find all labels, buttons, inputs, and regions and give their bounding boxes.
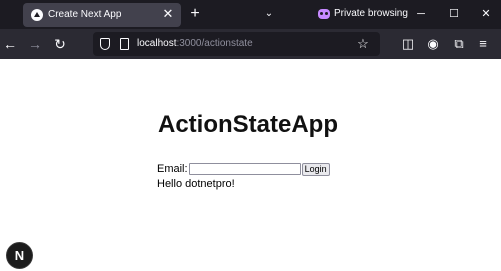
close-window-button[interactable]: ✕ — [476, 4, 496, 24]
email-label: Email: — [157, 163, 188, 175]
reload-icon[interactable]: ↻ — [50, 34, 70, 54]
tab-title: Create Next App — [48, 9, 122, 20]
tab-close-icon[interactable]: ✕ — [161, 7, 175, 21]
private-browsing-icon — [318, 9, 330, 19]
email-field[interactable] — [188, 163, 301, 175]
hamburger-menu-icon[interactable]: ≡ — [474, 35, 492, 53]
bookmark-star-icon[interactable]: ☆ — [355, 36, 371, 52]
url-text[interactable]: localhost:3000/actionstate — [137, 38, 253, 49]
maximize-button[interactable]: ☐ — [444, 4, 464, 24]
private-browsing-label: Private browsing — [334, 8, 408, 19]
page-content: ActionStateApp Email: Login Hello dotnet… — [0, 59, 501, 271]
url-host: localhost — [137, 38, 177, 49]
tab-create-next-app[interactable]: Create Next App ✕ — [23, 3, 181, 27]
tracking-protection-shield-icon[interactable] — [100, 38, 110, 50]
url-bar[interactable]: localhost:3000/actionstate ☆ — [93, 32, 380, 56]
page-title: ActionStateApp — [158, 111, 338, 138]
account-icon[interactable]: ◉ — [424, 35, 442, 53]
tab-list-chevron-icon[interactable]: ⌄ — [262, 6, 276, 22]
login-form: Email: Login — [157, 162, 330, 176]
nextjs-favicon-icon — [31, 9, 43, 21]
back-arrow-icon[interactable]: ← — [0, 34, 20, 54]
url-path: :3000/actionstate — [176, 38, 253, 49]
navigation-toolbar: ← → ↻ localhost:3000/actionstate ☆ ◫ ◉ ⧉… — [0, 29, 501, 59]
tab-bar: Create Next App ✕ + ⌄ Private browsing ─… — [0, 0, 501, 29]
new-tab-button[interactable]: + — [186, 4, 204, 24]
pocket-icon[interactable]: ◫ — [399, 35, 417, 53]
greeting-message: Hello dotnetpro! — [157, 178, 235, 190]
page-info-icon[interactable] — [120, 38, 129, 50]
forward-arrow-icon[interactable]: → — [25, 34, 45, 54]
minimize-button[interactable]: ─ — [411, 4, 431, 24]
extensions-icon[interactable]: ⧉ — [450, 35, 468, 53]
login-button[interactable]: Login — [301, 162, 330, 176]
nextjs-dev-indicator-icon[interactable]: N — [6, 242, 33, 269]
